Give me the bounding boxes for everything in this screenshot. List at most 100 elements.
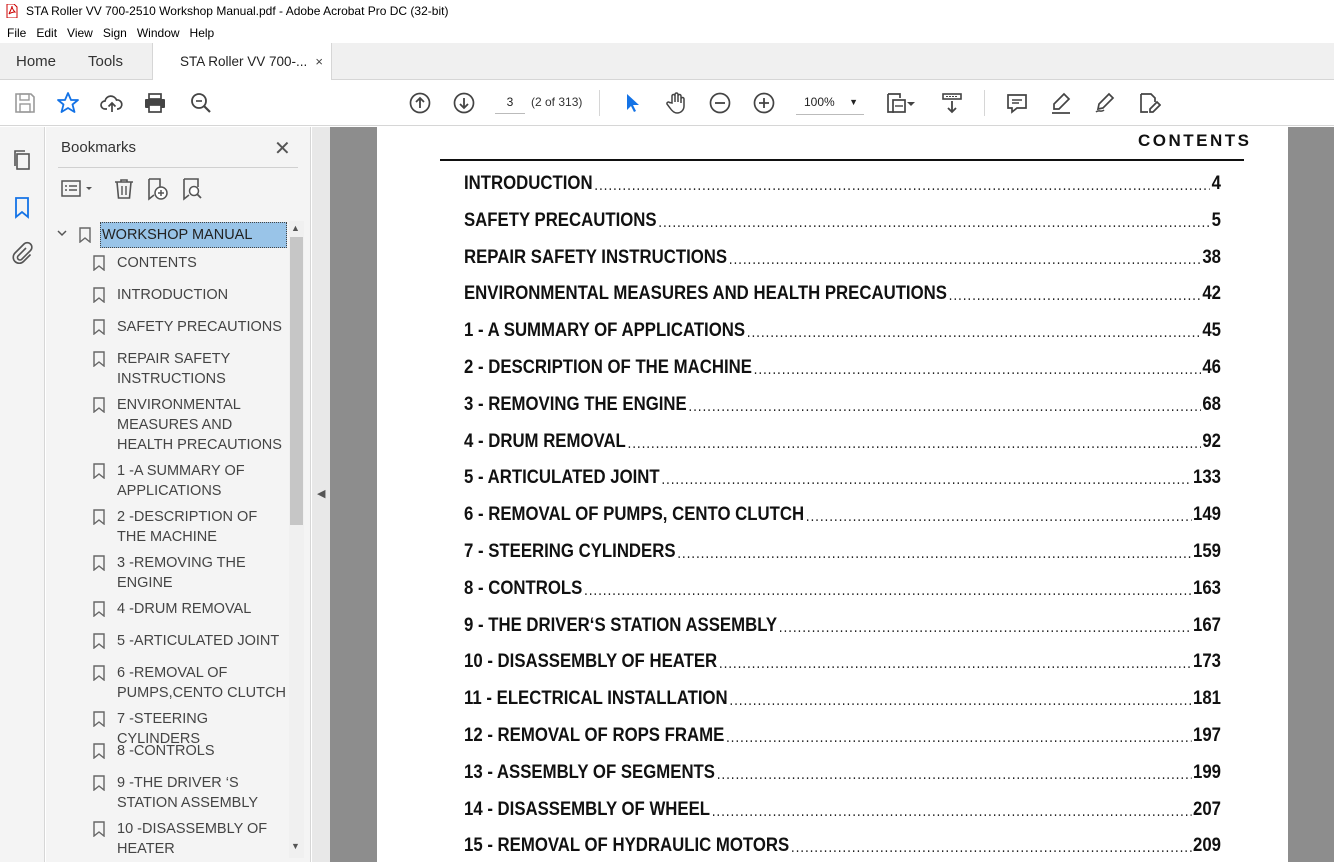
toc-entry[interactable]: INTRODUCTION............................…	[464, 171, 1221, 195]
toc-page-number: 68	[1202, 392, 1221, 415]
previous-page-icon[interactable]	[408, 91, 432, 115]
document-view[interactable]: CONTENTS INTRODUCTION...................…	[330, 127, 1334, 862]
new-bookmark-icon[interactable]	[145, 177, 169, 201]
sign-pen-icon[interactable]	[1093, 91, 1117, 115]
toc-entry[interactable]: 2 - DESCRIPTION OF THE MACHINE..........…	[464, 355, 1221, 379]
toc-title: 11 - ELECTRICAL INSTALLATION	[464, 687, 728, 710]
toc-entry[interactable]: 1 - A SUMMARY OF APPLICATIONS...........…	[464, 318, 1221, 342]
toc-entry[interactable]: 14 - DISASSEMBLY OF WHEEL...............…	[464, 797, 1221, 821]
scroll-down-icon[interactable]: ▼	[291, 841, 300, 851]
toc-title: INTRODUCTION	[464, 172, 593, 194]
toc-title: 7 - STEERING CYLINDERS	[464, 540, 676, 562]
toc-page-number: 92	[1202, 429, 1221, 452]
toc-entry[interactable]: ENVIRONMENTAL MEASURES AND HEALTH PRECAU…	[464, 281, 1221, 305]
bookmark-root[interactable]: WORKSHOP MANUAL	[46, 221, 290, 249]
menu-help[interactable]: Help	[185, 26, 220, 40]
close-panel-icon[interactable]: ✕	[274, 136, 291, 161]
toc-leader-dots: ........................................…	[688, 397, 1201, 415]
bookmark-flag-icon	[93, 775, 105, 792]
toc-entry[interactable]: 5 - ARTICULATED JOINT...................…	[464, 465, 1221, 489]
hand-tool-icon[interactable]	[664, 91, 688, 115]
toc-leader-dots: ........................................…	[805, 508, 1191, 526]
toc-title: 6 - REMOVAL OF PUMPS, CENTO CLUTCH	[464, 503, 805, 526]
page-fit-dropdown-icon[interactable]	[905, 91, 917, 115]
toc-entry[interactable]: 9 - THE DRIVER‘S STATION ASSEMBLY.......…	[464, 613, 1221, 637]
close-tab-icon[interactable]: ×	[315, 54, 323, 69]
comment-icon[interactable]	[1005, 91, 1029, 115]
bookmarks-scrollbar[interactable]: ▲ ▼	[289, 221, 304, 858]
tab-tools[interactable]: Tools	[72, 43, 152, 79]
scroll-mode-icon[interactable]	[940, 91, 964, 115]
page-thumbnails-icon[interactable]	[10, 148, 34, 172]
zoom-in-icon[interactable]	[752, 91, 776, 115]
bookmark-flag-icon	[93, 287, 105, 304]
page-heading: CONTENTS	[1138, 131, 1252, 150]
toc-page-number: 42	[1202, 282, 1221, 305]
menu-window[interactable]: Window	[132, 26, 185, 40]
toc-leader-dots: ........................................…	[658, 213, 1210, 231]
scrollbar-thumb[interactable]	[290, 237, 303, 525]
bookmark-flag-icon	[93, 821, 105, 838]
print-icon[interactable]	[143, 91, 167, 115]
toc-entry[interactable]: REPAIR SAFETY INSTRUCTIONS..............…	[464, 245, 1221, 269]
toc-entry[interactable]: 3 - REMOVING THE ENGINE.................…	[464, 392, 1221, 416]
highlight-pen-icon[interactable]	[1049, 91, 1073, 115]
toc-title: 4 - DRUM REMOVAL	[464, 429, 626, 452]
scroll-up-icon[interactable]: ▲	[291, 223, 300, 233]
toc-title: 10 - DISASSEMBLY OF HEATER	[464, 650, 718, 673]
toc-leader-dots: ........................................…	[778, 618, 1191, 636]
toc-title: 13 - ASSEMBLY OF SEGMENTS	[464, 760, 715, 783]
toc-entry[interactable]: SAFETY PRECAUTIONS......................…	[464, 208, 1221, 232]
toc-entry[interactable]: 13 - ASSEMBLY OF SEGMENTS...............…	[464, 760, 1221, 784]
menu-sign[interactable]: Sign	[98, 26, 132, 40]
find-bookmark-icon[interactable]	[180, 177, 204, 201]
toc-page-number: 46	[1202, 356, 1221, 378]
menu-view[interactable]: View	[62, 26, 98, 40]
attachments-paperclip-icon[interactable]	[10, 241, 34, 265]
menu-file[interactable]: File	[0, 26, 31, 40]
delete-bookmark-icon[interactable]	[112, 177, 136, 201]
toc-leader-dots: ........................................…	[661, 471, 1191, 489]
edit-pdf-icon[interactable]	[1137, 91, 1161, 115]
bookmarks-panel: Bookmarks ✕ WORKSHOP MANUAL CONTENTS INTR…	[46, 127, 311, 862]
bookmark-options-icon[interactable]	[60, 177, 96, 201]
chevron-down-icon[interactable]	[56, 227, 68, 242]
cloud-upload-icon[interactable]	[100, 91, 124, 115]
zoom-select[interactable]: 100% ▼	[796, 90, 864, 115]
menu-bar: File Edit View Sign Window Help	[0, 22, 1334, 43]
toc-page-number: 209	[1192, 834, 1221, 857]
toc-title: REPAIR SAFETY INSTRUCTIONS	[464, 245, 728, 268]
tab-document[interactable]: STA Roller VV 700-... ×	[152, 43, 332, 80]
toc-page-number: 149	[1192, 503, 1221, 526]
toc-entry[interactable]: 12 - REMOVAL OF ROPS FRAME..............…	[464, 723, 1221, 747]
toc-page-number: 199	[1192, 760, 1221, 783]
toc-entry[interactable]: 7 - STEERING CYLINDERS..................…	[464, 539, 1221, 563]
page-number-input[interactable]: 3	[495, 90, 525, 114]
toc-entry[interactable]: 10 - DISASSEMBLY OF HEATER..............…	[464, 649, 1221, 673]
toc-entry[interactable]: 11 - ELECTRICAL INSTALLATION............…	[464, 686, 1221, 710]
bookmark-label: 9 -THE DRIVER ‘S STATION ASSEMBLY	[117, 775, 259, 811]
collapse-left-icon[interactable]: ◀	[317, 487, 325, 500]
toolbar-separator	[599, 90, 600, 116]
save-icon[interactable]	[13, 91, 37, 115]
toc-title: 2 - DESCRIPTION OF THE MACHINE	[464, 356, 752, 378]
select-pointer-icon[interactable]	[620, 91, 644, 115]
bookmarks-panel-icon[interactable]	[10, 195, 34, 219]
bookmark-flag-icon	[93, 397, 105, 414]
bookmark-flag-icon	[93, 319, 105, 336]
menu-edit[interactable]: Edit	[31, 26, 62, 40]
toc-entry[interactable]: 6 - REMOVAL OF PUMPS, CENTO CLUTCH......…	[464, 502, 1221, 526]
tab-home[interactable]: Home	[0, 43, 72, 79]
toc-page-number: 167	[1192, 613, 1221, 636]
toc-entry[interactable]: 8 - CONTROLS............................…	[464, 576, 1221, 600]
search-zoom-icon[interactable]	[189, 91, 213, 115]
toc-entry[interactable]: 15 - REMOVAL OF HYDRAULIC MOTORS........…	[464, 833, 1221, 857]
bookmark-star-icon[interactable]	[56, 91, 80, 115]
zoom-out-icon[interactable]	[708, 91, 732, 115]
toc-title: ENVIRONMENTAL MEASURES AND HEALTH PRECAU…	[464, 282, 947, 305]
next-page-icon[interactable]	[452, 91, 476, 115]
panel-collapse-handle[interactable]: ◀	[312, 127, 330, 862]
toc-page-number: 181	[1192, 687, 1221, 710]
toc-entry[interactable]: 4 - DRUM REMOVAL........................…	[464, 429, 1221, 453]
toc-leader-dots: ........................................…	[627, 434, 1201, 452]
